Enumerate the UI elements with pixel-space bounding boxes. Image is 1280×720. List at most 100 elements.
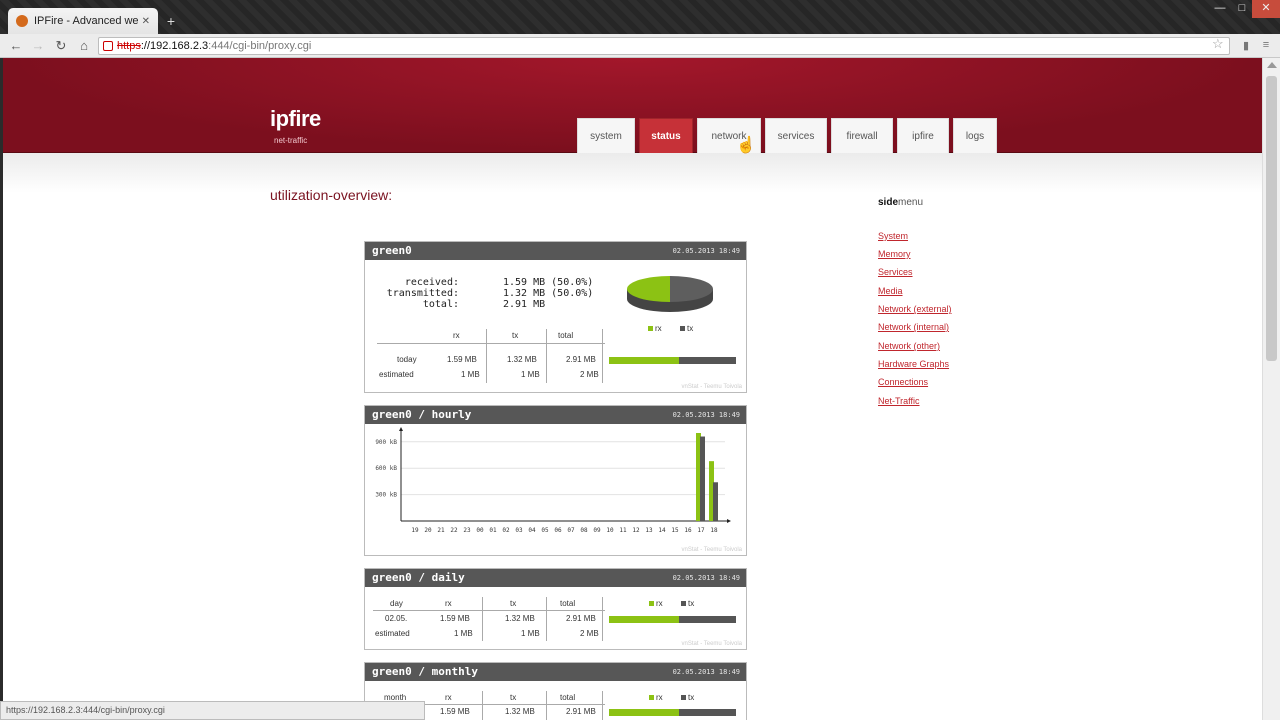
x-tick-label: 07: [567, 527, 575, 534]
home-icon[interactable]: ⌂: [76, 38, 92, 54]
legend-tx-swatch: [680, 326, 685, 331]
nav-tab-status[interactable]: status: [639, 118, 693, 153]
y-tick-label: 900 kB: [375, 439, 397, 446]
legend-tx-swatch: [681, 601, 686, 606]
sidemenu-title-rest: menu: [898, 197, 924, 208]
daily-header-total: total: [560, 599, 576, 608]
menu-icon[interactable]: ≡: [1260, 39, 1272, 53]
x-tick-label: 11: [619, 527, 627, 534]
x-tick-label: 05: [541, 527, 549, 534]
sidemenu-link-memory[interactable]: Memory: [878, 249, 911, 259]
sidemenu-link-services[interactable]: Services: [878, 267, 913, 277]
close-window-button[interactable]: ✕: [1252, 0, 1280, 18]
row-estimated-tx: 1 MB: [521, 370, 540, 379]
today-tx-bar: [679, 357, 736, 364]
back-arrow-icon[interactable]: ←: [8, 38, 24, 54]
sidemenu-link-media[interactable]: Media: [878, 286, 903, 296]
received-value: 1.59 MB (50.0%): [503, 277, 594, 288]
x-tick-label: 13: [645, 527, 653, 534]
table-divider: [482, 597, 483, 641]
summary-interface-name: green0: [372, 244, 412, 257]
vnstat-credit: vnStat - Teemu Toivola: [681, 384, 742, 390]
x-tick-label: 16: [684, 527, 692, 534]
scroll-up-arrow-icon[interactable]: [1267, 62, 1277, 68]
forward-arrow-icon[interactable]: →: [30, 38, 46, 54]
legend-tx-label: tx: [687, 324, 694, 333]
bookmark-star-icon[interactable]: ☆: [1212, 36, 1224, 52]
nav-tab-services[interactable]: services: [765, 118, 827, 153]
browser-status-bar: https://192.168.2.3:444/cgi-bin/proxy.cg…: [0, 701, 425, 720]
monthly-header-rx: rx: [445, 693, 452, 702]
hourly-timestamp: 02.05.2013 18:49: [672, 411, 740, 419]
summary-panel-header: green0 02.05.2013 18:49: [365, 242, 746, 260]
table-header-rx: rx: [453, 331, 460, 340]
maximize-window-button[interactable]: □: [1230, 0, 1254, 18]
new-tab-button[interactable]: +: [162, 12, 180, 30]
daily-panel: green0 / daily 02.05.2013 18:49 day rx t…: [364, 568, 747, 650]
total-value: 2.91 MB: [503, 299, 546, 310]
x-tick-label: 15: [671, 527, 679, 534]
close-tab-icon[interactable]: ✕: [142, 16, 150, 27]
table-divider: [602, 597, 603, 641]
page-title: utilization-overview:: [270, 187, 393, 203]
daily-row-total: 2.91 MB: [566, 614, 596, 623]
x-tick-label: 00: [476, 527, 484, 534]
table-divider: [546, 691, 547, 720]
legend-rx-label: rx: [655, 324, 662, 333]
today-rx-bar: [609, 357, 679, 364]
table-divider: [602, 329, 603, 383]
vnstat-credit: vnStat - Teemu Toivola: [681, 547, 742, 553]
x-tick-label: 10: [606, 527, 614, 534]
extension-icon[interactable]: ▮: [1240, 39, 1252, 53]
x-tick-label: 02: [502, 527, 510, 534]
sidemenu-link-system[interactable]: System: [878, 231, 908, 241]
hourly-bar-chart: 300 kB 600 kB 900 kB 19 20 21 22 23 00 01 02 03 04 05…: [375, 427, 731, 534]
row-today-rx: 1.59 MB: [447, 355, 477, 364]
row-today-label: today: [397, 355, 417, 364]
daily-header-tx: tx: [510, 599, 517, 608]
daily-estimated-label: estimated: [375, 629, 410, 638]
table-header-tx: tx: [512, 331, 519, 340]
nav-tab-ipfire[interactable]: ipfire: [897, 118, 949, 153]
summary-timestamp: 02.05.2013 18:49: [672, 247, 740, 255]
sidemenu-link-network-internal[interactable]: Network (internal): [878, 322, 949, 332]
sidemenu-link-network-other[interactable]: Network (other): [878, 341, 940, 351]
browser-tab[interactable]: IPFire - Advanced web pr ✕: [8, 8, 158, 34]
page-scrollbar[interactable]: [1262, 58, 1280, 720]
sidemenu-link-connections[interactable]: Connections: [878, 377, 928, 387]
x-tick-label: 22: [450, 527, 458, 534]
transmitted-label: transmitted:: [386, 288, 459, 299]
minimize-window-button[interactable]: —: [1208, 0, 1232, 18]
reload-icon[interactable]: ↻: [53, 38, 69, 54]
x-tick-label: 14: [658, 527, 666, 534]
daily-row-tx: 1.32 MB: [505, 614, 535, 623]
x-tick-label: 06: [554, 527, 562, 534]
nav-tab-firewall[interactable]: firewall: [831, 118, 893, 153]
monthly-rx-bar: [609, 709, 679, 716]
row-estimated-total: 2 MB: [580, 370, 599, 379]
site-subtitle: net-traffic: [274, 136, 308, 145]
daily-row-date: 02.05.: [385, 614, 408, 623]
table-divider: [377, 343, 605, 344]
x-tick-label: 03: [515, 527, 523, 534]
sidemenu-link-net-traffic[interactable]: Net-Traffic: [878, 396, 920, 406]
x-tick-label: 09: [593, 527, 601, 534]
site-header: ipfire net-traffic system status network…: [3, 58, 1262, 153]
sidemenu-link-hardware-graphs[interactable]: Hardware Graphs: [878, 359, 949, 369]
table-divider: [373, 610, 605, 611]
browser-titlebar: IPFire - Advanced web pr ✕ + — □ ✕: [0, 0, 1280, 34]
site-logo[interactable]: ipfire: [270, 106, 321, 132]
hourly-title: green0 / hourly: [372, 408, 472, 421]
legend-rx-swatch: [649, 695, 654, 700]
address-bar[interactable]: https://192.168.2.3:444/cgi-bin/proxy.cg…: [98, 37, 1230, 55]
sidemenu-link-network-external[interactable]: Network (external): [878, 304, 952, 314]
daily-timestamp: 02.05.2013 18:49: [672, 574, 740, 582]
x-tick-label: 12: [632, 527, 640, 534]
scrollbar-thumb[interactable]: [1266, 76, 1277, 361]
hourly-panel-header: green0 / hourly 02.05.2013 18:49: [365, 406, 746, 424]
nav-tab-logs[interactable]: logs: [953, 118, 997, 153]
nav-tab-system[interactable]: system: [577, 118, 635, 153]
legend-rx-label: rx: [656, 599, 663, 608]
broken-lock-icon[interactable]: [103, 41, 113, 51]
daily-row-rx: 1.59 MB: [440, 614, 470, 623]
